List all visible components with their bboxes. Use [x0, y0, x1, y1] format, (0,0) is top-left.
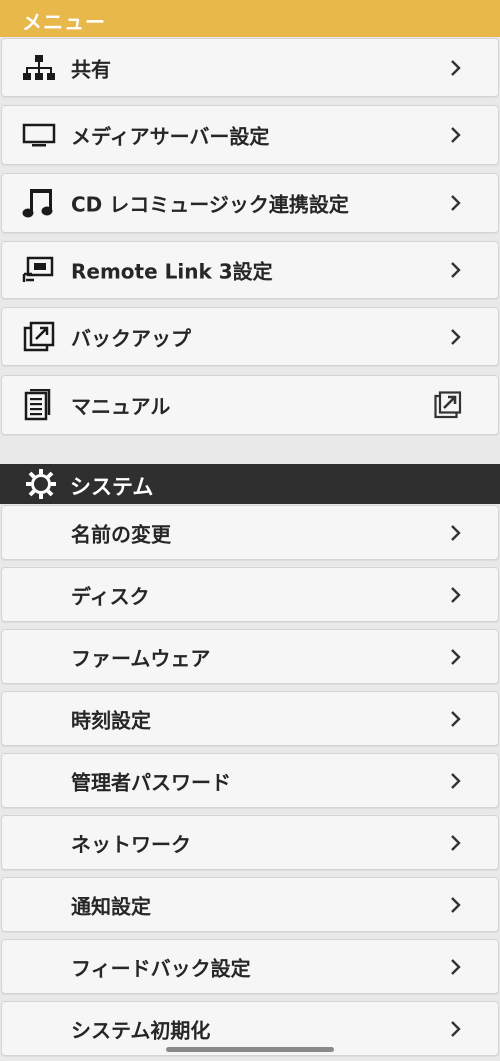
system-item-label: 管理者パスワード — [71, 770, 231, 794]
external-link-icon — [434, 391, 462, 419]
chevron-right-icon — [451, 328, 461, 345]
chevron-right-icon — [451, 586, 461, 603]
menu-item-backup[interactable]: バックアップ — [1, 307, 499, 366]
system-item-notifications[interactable]: 通知設定 — [1, 877, 499, 932]
network-tree-icon — [22, 53, 56, 83]
system-item-firmware[interactable]: ファームウェア — [1, 629, 499, 684]
system-item-disk[interactable]: ディスク — [1, 567, 499, 622]
gear-icon — [26, 469, 56, 499]
menu-item-media-server[interactable]: メディアサーバー設定 — [1, 105, 499, 165]
menu-item-label: バックアップ — [71, 326, 191, 350]
menu-item-manual[interactable]: マニュアル — [1, 375, 499, 435]
remote-link-icon — [22, 255, 56, 285]
chevron-right-icon — [451, 59, 461, 76]
menu-item-label: メディアサーバー設定 — [71, 124, 270, 149]
chevron-right-icon — [451, 1020, 461, 1037]
monitor-icon — [22, 120, 56, 150]
menu-item-remote-link[interactable]: Remote Link 3設定 — [1, 241, 499, 299]
menu-item-label: CD レコミュージック連携設定 — [71, 192, 349, 217]
system-item-label: ファームウェア — [71, 646, 211, 670]
system-title: システム — [70, 475, 154, 499]
chevron-right-icon — [451, 262, 461, 278]
system-item-label: 時刻設定 — [71, 708, 151, 732]
menu-item-cd-reco[interactable]: CD レコミュージック連携設定 — [1, 173, 499, 233]
document-icon — [22, 389, 56, 421]
chevron-right-icon — [451, 710, 461, 727]
system-item-label: ディスク — [71, 584, 150, 608]
chevron-right-icon — [451, 958, 461, 975]
system-section-header: システム — [0, 464, 500, 504]
home-indicator[interactable] — [166, 1047, 334, 1052]
menu-header: メニュー — [0, 0, 500, 37]
system-item-label: ネットワーク — [71, 832, 191, 856]
menu-item-label: Remote Link 3設定 — [71, 259, 273, 284]
system-item-admin-password[interactable]: 管理者パスワード — [1, 753, 499, 808]
system-item-label: フィードバック設定 — [71, 956, 251, 980]
system-item-time[interactable]: 時刻設定 — [1, 691, 499, 746]
music-note-icon — [22, 188, 56, 218]
menu-title: メニュー — [22, 10, 106, 34]
system-item-label: 通知設定 — [71, 894, 151, 918]
backup-icon — [22, 321, 56, 352]
system-item-rename[interactable]: 名前の変更 — [1, 505, 499, 560]
chevron-right-icon — [451, 772, 461, 789]
system-item-feedback[interactable]: フィードバック設定 — [1, 939, 499, 994]
system-item-label: 名前の変更 — [71, 522, 171, 546]
menu-item-share[interactable]: 共有 — [1, 38, 499, 97]
chevron-right-icon — [451, 896, 461, 913]
chevron-right-icon — [451, 127, 461, 143]
system-item-network[interactable]: ネットワーク — [1, 815, 499, 870]
chevron-right-icon — [451, 834, 461, 851]
chevron-right-icon — [451, 195, 461, 211]
menu-item-label: マニュアル — [71, 394, 171, 419]
system-item-label: システム初期化 — [71, 1018, 211, 1042]
menu-item-label: 共有 — [71, 57, 111, 81]
chevron-right-icon — [451, 648, 461, 665]
chevron-right-icon — [451, 524, 461, 541]
